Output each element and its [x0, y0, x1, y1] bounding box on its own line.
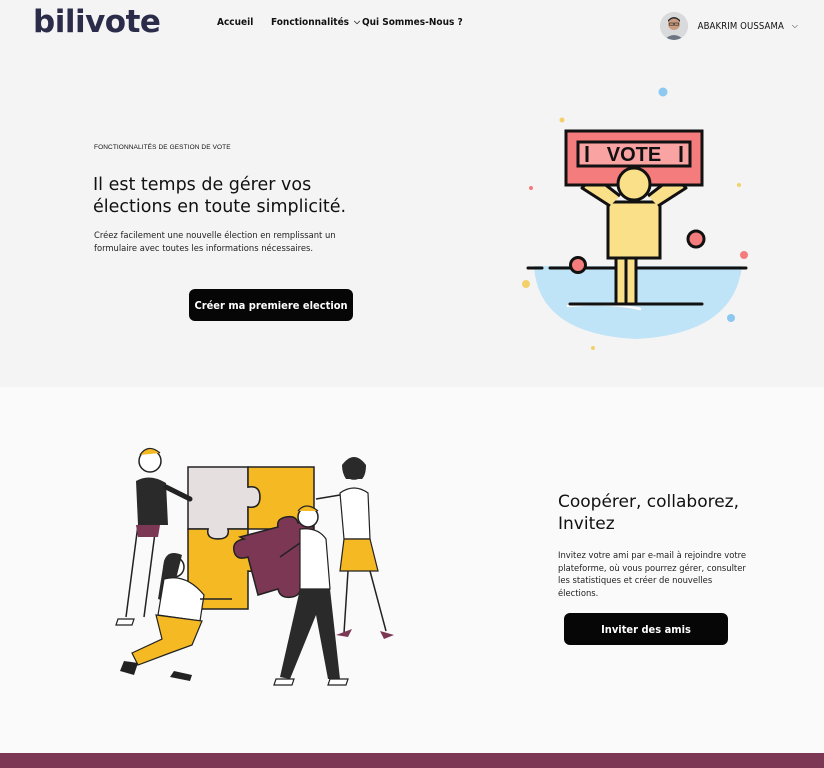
- nav-accueil-label: Accueil: [217, 17, 254, 28]
- chevron-down-icon: ⌵: [354, 17, 361, 26]
- avatar: [659, 12, 688, 40]
- hero-title: Il est temps de gérer vos élections en t…: [93, 175, 347, 217]
- navbar: bilivote Accueil Fonctionnalités ⌵ Qui So…: [0, 0, 824, 52]
- invite-friends-button[interactable]: Inviter des amis: [564, 613, 728, 645]
- vote-illustration: VOTE: [522, 87, 748, 350]
- create-election-button[interactable]: Créer ma premiere election: [189, 289, 353, 321]
- puzzle-illustration: [115, 447, 394, 686]
- footer-strip: [0, 753, 824, 768]
- hero-section: FONCTIONNALITÉS DE GESTION DE VOTE Il es…: [0, 52, 824, 387]
- cooperate-section: Coopérer, collaborez, Invitez Invitez vo…: [0, 387, 824, 753]
- nav-accueil[interactable]: Accueil: [217, 17, 253, 28]
- hero-eyebrow: FONCTIONNALITÉS DE GESTION DE VOTE: [94, 144, 231, 151]
- user-name: ABAKRIM OUSSAMA: [697, 20, 784, 32]
- nav-qui-sommes-nous-label: Qui Sommes-Nous ?: [362, 17, 463, 28]
- hero-description: Créez facilement une nouvelle élection e…: [94, 230, 336, 253]
- nav-fonctionnalites-label: Fonctionnalités: [271, 17, 350, 28]
- cooperate-title: Coopérer, collaborez, Invitez: [558, 492, 739, 534]
- nav-qui-sommes-nous[interactable]: Qui Sommes-Nous ?: [362, 17, 463, 28]
- nav-fonctionnalites[interactable]: Fonctionnalités ⌵: [271, 17, 360, 28]
- chevron-down-icon: ⌵: [791, 21, 798, 30]
- vote-sign-text: VOTE: [607, 144, 661, 166]
- cooperate-description: Invitez votre ami par e-mail à rejoindre…: [558, 550, 747, 598]
- user-menu[interactable]: ABAKRIM OUSSAMA ⌵: [659, 12, 798, 40]
- logo[interactable]: bilivote: [33, 4, 161, 40]
